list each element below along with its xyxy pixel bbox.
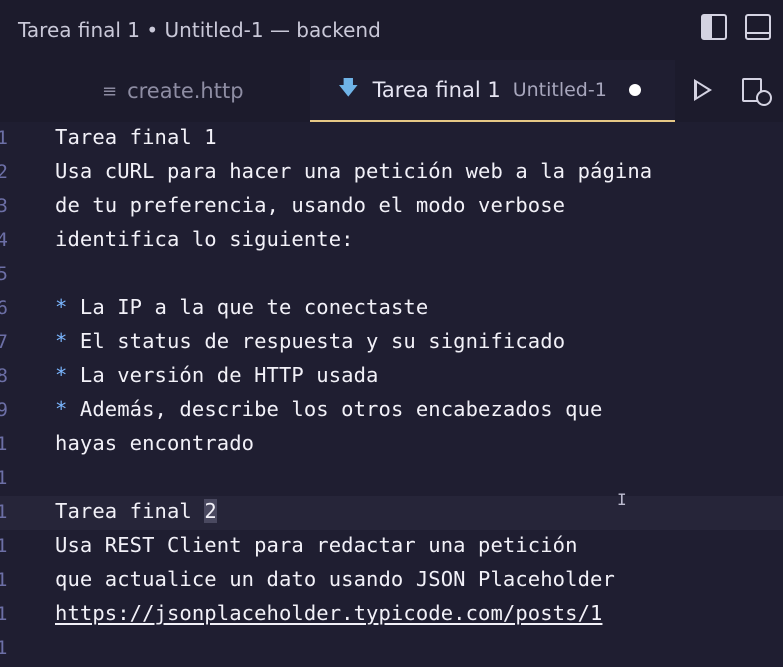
editor-line: 5	[0, 258, 783, 292]
line-number: 12	[0, 501, 8, 523]
arrow-down-icon: 🡇	[338, 75, 359, 99]
line-text: * El status de respuesta y su significad…	[55, 329, 565, 353]
line-number: 10	[0, 433, 8, 455]
toggle-panel-icon[interactable]	[745, 14, 771, 40]
line-text: Tarea final 2	[55, 499, 217, 523]
editor-line: 7 * El status de respuesta y su signific…	[0, 326, 783, 360]
line-number: 11	[0, 467, 8, 489]
tab-tarea-final-1[interactable]: 🡇 Tarea final 1 Untitled-1	[310, 60, 675, 122]
tab-description: Untitled-1	[512, 79, 607, 101]
current-line-highlight: 12 Tarea final 2	[0, 496, 783, 530]
line-number: 1	[0, 127, 8, 149]
code-editor[interactable]: 1 Tarea final 1 2 Usa cURL para hacer un…	[0, 122, 783, 667]
mouse-ibeam-cursor-icon: I	[617, 490, 627, 509]
title-bar: Tarea final 1 • Untitled-1 — backend	[0, 0, 783, 60]
line-text: * Además, describe los otros encabezados…	[55, 397, 602, 421]
tab-label: create.http	[127, 79, 244, 103]
line-text: que actualice un dato usando JSON Placeh…	[55, 567, 615, 591]
line-text: * La versión de HTTP usada	[55, 363, 379, 387]
editor-line: 15 https://jsonplaceholder.typicode.com/…	[0, 598, 783, 632]
list-bullet: *	[55, 329, 68, 353]
line-number: 3	[0, 195, 8, 217]
url-link[interactable]: https://jsonplaceholder.typicode.com/pos…	[55, 601, 602, 625]
tab-create-http[interactable]: ≡ create.http	[102, 60, 244, 122]
line-number: 6	[0, 297, 8, 319]
editor-line: 3 de tu preferencia, usando el modo verb…	[0, 190, 783, 224]
tab-label: Tarea final 1	[372, 78, 501, 102]
line-text: hayas encontrado	[55, 431, 255, 455]
editor-window: Tarea final 1 • Untitled-1 — backend ≡ c…	[0, 0, 783, 667]
editor-line: 8 * La versión de HTTP usada	[0, 360, 783, 394]
editor-line: 9 * Además, describe los otros encabezad…	[0, 394, 783, 428]
line-number: 15	[0, 603, 8, 625]
list-item-text: Además, describe los otros encabezados q…	[67, 397, 603, 421]
editor-line: 11	[0, 462, 783, 496]
list-bullet: *	[55, 363, 68, 387]
editor-line: 10 hayas encontrado	[0, 428, 783, 462]
line-number: 4	[0, 229, 8, 251]
editor-line: 1 Tarea final 1	[0, 122, 783, 156]
line-text-segment: Tarea final	[55, 499, 205, 523]
text-cursor: 2	[204, 499, 217, 523]
editor-line: 2 Usa cURL para hacer una petición web a…	[0, 156, 783, 190]
tab-bar: ≡ create.http 🡇 Tarea final 1 Untitled-1	[0, 60, 783, 122]
open-preview-icon[interactable]	[742, 78, 772, 106]
line-number: 2	[0, 161, 8, 183]
list-bullet: *	[55, 397, 68, 421]
line-text: de tu preferencia, usando el modo verbos…	[55, 193, 566, 217]
line-text: Tarea final 1	[55, 125, 217, 149]
line-number: 5	[0, 263, 8, 285]
line-number: 8	[0, 365, 8, 387]
line-text: Usa REST Client para redactar una petici…	[55, 533, 578, 557]
window-title: Tarea final 1 • Untitled-1 — backend	[18, 18, 381, 42]
list-item-text: La versión de HTTP usada	[67, 363, 379, 387]
line-number: 14	[0, 569, 8, 591]
line-number: 16	[0, 637, 8, 659]
run-icon[interactable]	[694, 79, 712, 101]
layout-controls	[701, 14, 771, 40]
line-text: * La IP a la que te conectaste	[55, 295, 428, 319]
editor-line: 6 * La IP a la que te conectaste	[0, 292, 783, 326]
lines-icon: ≡	[102, 80, 118, 102]
editor-line: 4 identifica lo siguiente:	[0, 224, 783, 258]
editor-line: 13 Usa REST Client para redactar una pet…	[0, 530, 783, 564]
list-item-text: El status de respuesta y su significado	[67, 329, 566, 353]
line-text: identifica lo siguiente:	[55, 227, 354, 251]
line-text: Usa cURL para hacer una petición web a l…	[55, 159, 653, 183]
line-number: 9	[0, 399, 8, 421]
line-number: 7	[0, 331, 8, 353]
list-item-text: La IP a la que te conectaste	[67, 295, 429, 319]
list-bullet: *	[55, 295, 68, 319]
unsaved-dot-icon[interactable]	[628, 84, 641, 96]
line-number: 13	[0, 535, 8, 557]
editor-line: 16	[0, 632, 783, 666]
toggle-primary-sidebar-icon[interactable]	[701, 14, 727, 40]
editor-line: 14 que actualice un dato usando JSON Pla…	[0, 564, 783, 598]
